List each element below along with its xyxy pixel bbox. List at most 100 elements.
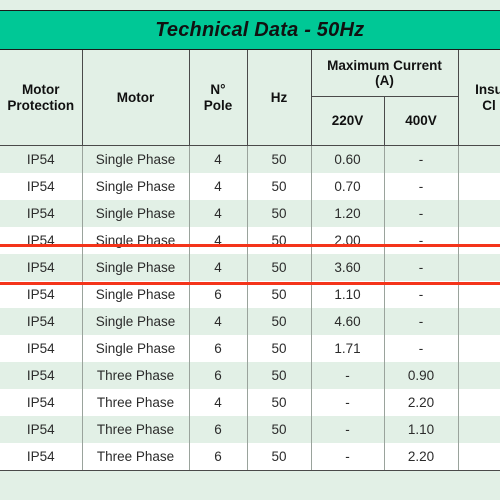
column-header-motor-protection: Motor Protection: [0, 49, 83, 146]
cell-motor-protection: IP54: [0, 254, 83, 281]
cell-motor-type: Three Phase: [81, 362, 190, 389]
technical-data-table-block: Technical Data - 50Hz Motor Protection M…: [0, 10, 500, 471]
cell-pole-count: 4: [188, 389, 248, 416]
cell-frequency: 50: [246, 227, 312, 254]
cell-insulation-class: [457, 362, 500, 389]
cell-current-400v: -: [383, 227, 459, 254]
cell-insulation-class: [457, 416, 500, 443]
table-title-row: Technical Data - 50Hz: [0, 10, 500, 50]
cell-current-220v: 1.71: [310, 335, 385, 362]
cell-motor-protection: IP54: [0, 173, 83, 200]
header-row-primary: Motor Protection Motor N° Pole Hz Maximu…: [0, 49, 500, 146]
cell-current-220v: 0.70: [310, 173, 385, 200]
cell-current-400v: 2.20: [383, 389, 459, 416]
cell-motor-protection: IP54: [0, 281, 83, 308]
cell-frequency: 50: [246, 362, 312, 389]
cell-current-400v: -: [383, 254, 459, 281]
cell-current-400v: 2.20: [383, 443, 459, 471]
cell-current-220v: 1.20: [310, 200, 385, 227]
cell-motor-type: Three Phase: [81, 389, 190, 416]
cell-insulation-class: [457, 145, 500, 173]
cell-current-220v: 3.60: [310, 254, 385, 281]
cell-frequency: 50: [246, 443, 312, 471]
header-line-motor: Motor: [22, 82, 60, 98]
cell-motor-protection: IP54: [0, 362, 83, 389]
cell-frequency: 50: [246, 200, 312, 227]
cell-current-400v: -: [383, 308, 459, 335]
column-header-insulation-class: Insu Cl: [457, 49, 500, 146]
cell-frequency: 50: [246, 281, 312, 308]
cell-pole-count: 6: [188, 335, 248, 362]
cell-motor-protection: IP54: [0, 443, 83, 471]
cell-motor-type: Single Phase: [81, 335, 190, 362]
cell-motor-protection: IP54: [0, 335, 83, 362]
table-row: IP54 Single Phase 4 50 0.60-: [0, 145, 500, 173]
cell-frequency: 50: [246, 254, 312, 281]
cell-motor-type: Single Phase: [81, 227, 190, 254]
header-line-pole-symbol: N°: [210, 82, 226, 98]
cell-current-400v: -: [383, 281, 459, 308]
cell-pole-count: 4: [188, 227, 248, 254]
cell-motor-type: Single Phase: [81, 254, 190, 281]
column-header-voltage-400: 400V: [383, 96, 459, 146]
cell-current-220v: 2.00: [310, 227, 385, 254]
cell-motor-protection: IP54: [0, 145, 83, 173]
cell-insulation-class: [457, 389, 500, 416]
table-row: IP54 Single Phase 4 50 4.60-: [0, 308, 500, 335]
cell-frequency: 50: [246, 416, 312, 443]
cell-insulation-class: [457, 254, 500, 281]
cell-current-220v: 0.60: [310, 145, 385, 173]
table-row: IP54 Three Phase 4 50-2.20: [0, 389, 500, 416]
cell-current-220v: -: [310, 362, 385, 389]
cell-current-400v: 1.10: [383, 416, 459, 443]
cell-current-400v: -: [383, 335, 459, 362]
cell-current-400v: -: [383, 145, 459, 173]
cell-motor-protection: IP54: [0, 227, 83, 254]
table-row: IP54 Single Phase 4 50 3.60-: [0, 254, 500, 281]
cell-frequency: 50: [246, 389, 312, 416]
cell-insulation-class: [457, 227, 500, 254]
cell-insulation-class: [457, 335, 500, 362]
cell-motor-protection: IP54: [0, 389, 83, 416]
header-line-class: Cl: [482, 97, 496, 113]
cell-current-220v: 4.60: [310, 308, 385, 335]
table-row: IP54 Single Phase 6 50 1.10-: [0, 281, 500, 308]
column-header-voltage-220: 220V: [310, 96, 385, 146]
column-header-motor: Motor: [81, 49, 190, 146]
cell-motor-type: Three Phase: [81, 443, 190, 471]
page-root: Technical Data - 50Hz Motor Protection M…: [0, 0, 500, 500]
header-line-insulation: Insu: [475, 82, 500, 98]
cell-motor-protection: IP54: [0, 308, 83, 335]
table-row: IP54 Single Phase 4 50 0.70-: [0, 173, 500, 200]
header-line-maximum-current: Maximum Current: [327, 57, 442, 73]
column-header-hz: Hz: [246, 49, 312, 146]
header-line-amps-unit: (A): [375, 73, 394, 88]
cell-current-220v: -: [310, 443, 385, 471]
cell-motor-type: Single Phase: [81, 281, 190, 308]
cell-pole-count: 6: [188, 281, 248, 308]
cell-current-400v: -: [383, 200, 459, 227]
header-line-pole-word: Pole: [203, 97, 233, 113]
cell-pole-count: 4: [188, 200, 248, 227]
cell-insulation-class: [457, 200, 500, 227]
table-row: IP54 Single Phase 6 50 1.71-: [0, 335, 500, 362]
cell-insulation-class: [457, 173, 500, 200]
cell-motor-type: Single Phase: [81, 200, 190, 227]
cell-insulation-class: [457, 281, 500, 308]
cell-insulation-class: [457, 443, 500, 471]
cell-pole-count: 6: [188, 443, 248, 471]
cell-pole-count: 4: [188, 145, 248, 173]
cell-current-220v: -: [310, 416, 385, 443]
cell-motor-type: Single Phase: [81, 308, 190, 335]
table-row: IP54 Three Phase 6 50-0.90: [0, 362, 500, 389]
cell-pole-count: 6: [188, 362, 248, 389]
cell-motor-type: Single Phase: [81, 145, 190, 173]
table-row: IP54 Three Phase 6 50-1.10: [0, 416, 500, 443]
cell-frequency: 50: [246, 308, 312, 335]
table-row: IP54 Single Phase 4 50 2.00-: [0, 227, 500, 254]
header-line-protection: Protection: [7, 97, 75, 113]
cell-insulation-class: [457, 308, 500, 335]
cell-current-220v: 1.10: [310, 281, 385, 308]
table-row: IP54 Three Phase 6 50-2.20: [0, 443, 500, 471]
cell-pole-count: 4: [188, 173, 248, 200]
